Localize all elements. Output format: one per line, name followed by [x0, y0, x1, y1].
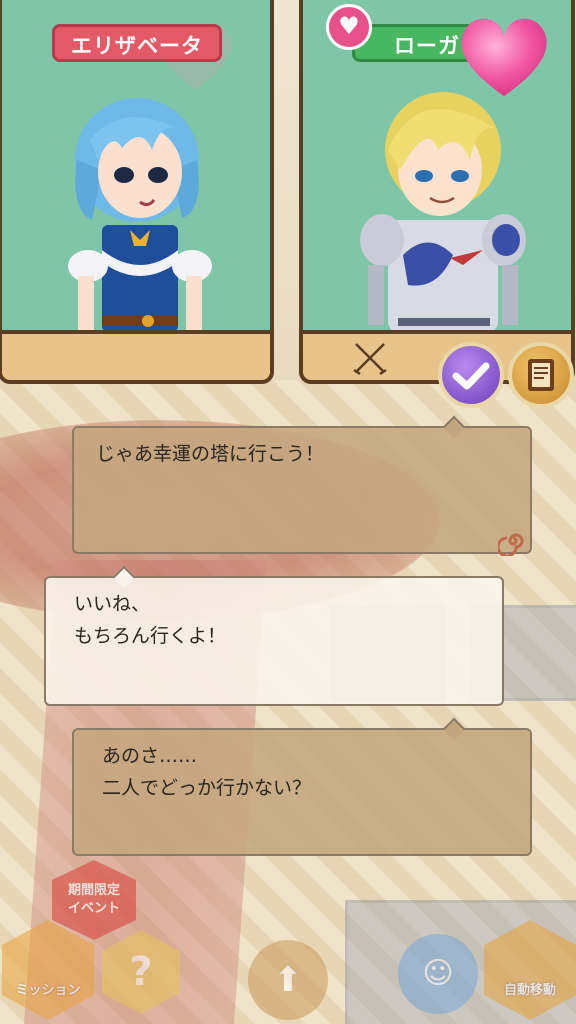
character-nameplate-base — [0, 330, 274, 384]
book-icon — [528, 359, 554, 391]
profile-book-button[interactable] — [508, 342, 574, 408]
crossed-swords-icon — [353, 343, 387, 376]
arrow-up-icon: ⬆ — [273, 960, 303, 1000]
dialogue-line: 二人でどっか行かない？ — [102, 777, 312, 799]
dialogue-line: あのさ…… — [102, 745, 198, 767]
person-icon: ☺ — [422, 956, 454, 991]
help-button[interactable]: ? — [102, 930, 180, 1014]
dialogue-bubble[interactable]: あのさ…… 二人でどっか行かない？ — [72, 717, 532, 856]
logan-character — [360, 92, 526, 332]
checkmark-icon — [452, 362, 490, 390]
dialogue-line: もちろん行くよ！ — [74, 625, 227, 647]
affection-heart-icon — [461, 18, 547, 97]
swirl-icon — [498, 533, 524, 556]
question-mark-icon: ? — [129, 949, 153, 995]
accept-button[interactable] — [438, 342, 504, 408]
elizabeta-character — [68, 98, 212, 332]
friend-button[interactable]: ☺ — [398, 934, 478, 1014]
mission-label: ミッション — [15, 983, 81, 998]
mission-button[interactable]: ミッション — [2, 920, 94, 1020]
auto-move-button[interactable]: 自動移動 — [484, 920, 576, 1020]
heart-icon[interactable]: ♥ — [326, 4, 372, 50]
bottom-menu: ミッション ? ⬆ ☺ 自動移動 — [0, 850, 576, 1024]
dialogue-line: いいね、 — [74, 593, 151, 615]
scroll-up-button[interactable]: ⬆ — [248, 940, 328, 1020]
dialogue-bubble[interactable]: いいね、 もちろん行くよ！ — [44, 565, 504, 706]
auto-move-label: 自動移動 — [503, 983, 556, 998]
dialogue-bubble[interactable]: じゃあ幸運の塔に行こう！ — [72, 415, 532, 556]
dialogue-line: じゃあ幸運の塔に行こう！ — [96, 443, 325, 465]
character-name-left: エリザベータ — [52, 24, 222, 62]
